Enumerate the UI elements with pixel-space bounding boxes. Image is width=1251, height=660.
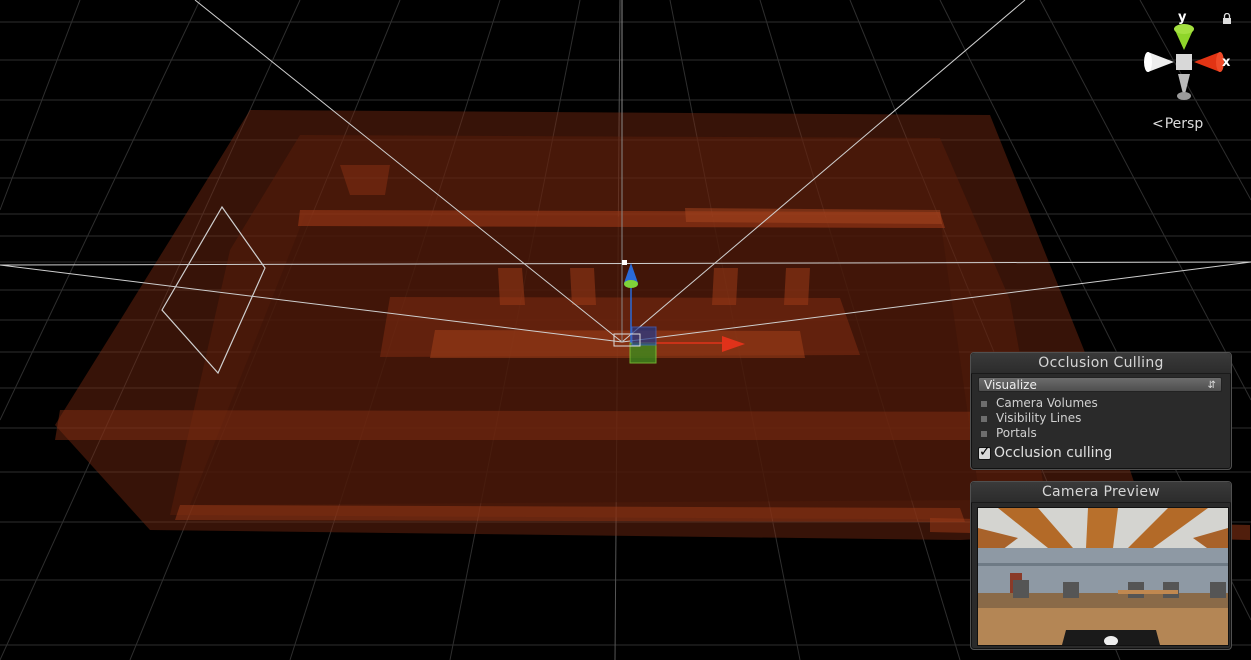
legend-swatch (981, 415, 987, 422)
occlusion-panel-title: Occlusion Culling (971, 353, 1231, 374)
legend-label: Visibility Lines (996, 411, 1082, 425)
occlusion-culling-checkbox[interactable]: ✓ (978, 443, 991, 460)
dropdown-arrow-icon: ⇵ (1207, 380, 1216, 391)
projection-label: Persp (1164, 116, 1204, 132)
legend-portals: Portals (981, 426, 1037, 441)
handle-plane-yz (631, 326, 657, 346)
occlusion-culling-label: Occlusion culling (994, 445, 1113, 461)
legend-visibility-lines: Visibility Lines (981, 411, 1081, 426)
gizmo-y-label: y (1178, 10, 1187, 25)
camera-preview-title: Camera Preview (971, 482, 1231, 503)
camera-preview-image (977, 507, 1229, 646)
legend-swatch (981, 400, 987, 407)
gizmo-x-label: x (1222, 55, 1231, 70)
occlusion-culling-toggle[interactable]: ✓ Occlusion culling (978, 443, 1113, 461)
legend-label: Portals (996, 426, 1037, 440)
legend-swatch (981, 430, 987, 437)
legend-camera-volumes: Camera Volumes (981, 396, 1098, 411)
occlusion-culling-panel: Occlusion Culling Visualize ⇵ Camera Vol… (970, 352, 1232, 470)
gizmo-center-cube (1176, 54, 1192, 70)
handle-y-arrow-base (624, 280, 638, 288)
projection-toggle[interactable]: < Persp (1152, 116, 1203, 132)
handle-center (622, 260, 627, 265)
legend-label: Camera Volumes (996, 396, 1098, 410)
level-geometry (55, 110, 1250, 540)
chevron-left-icon: < (1152, 116, 1164, 132)
scene-orientation-gizmo[interactable]: y x < Persp (1140, 8, 1248, 138)
camera-preview-panel: Camera Preview (970, 481, 1232, 650)
checkmark-icon: ✓ (979, 443, 991, 460)
scene-viewport[interactable]: y x < Persp Occlusion Culling Visualize … (0, 0, 1251, 660)
occlusion-mode-value: Visualize (984, 378, 1037, 392)
lock-icon[interactable] (1222, 13, 1232, 24)
occlusion-mode-dropdown[interactable]: Visualize ⇵ (978, 377, 1222, 392)
